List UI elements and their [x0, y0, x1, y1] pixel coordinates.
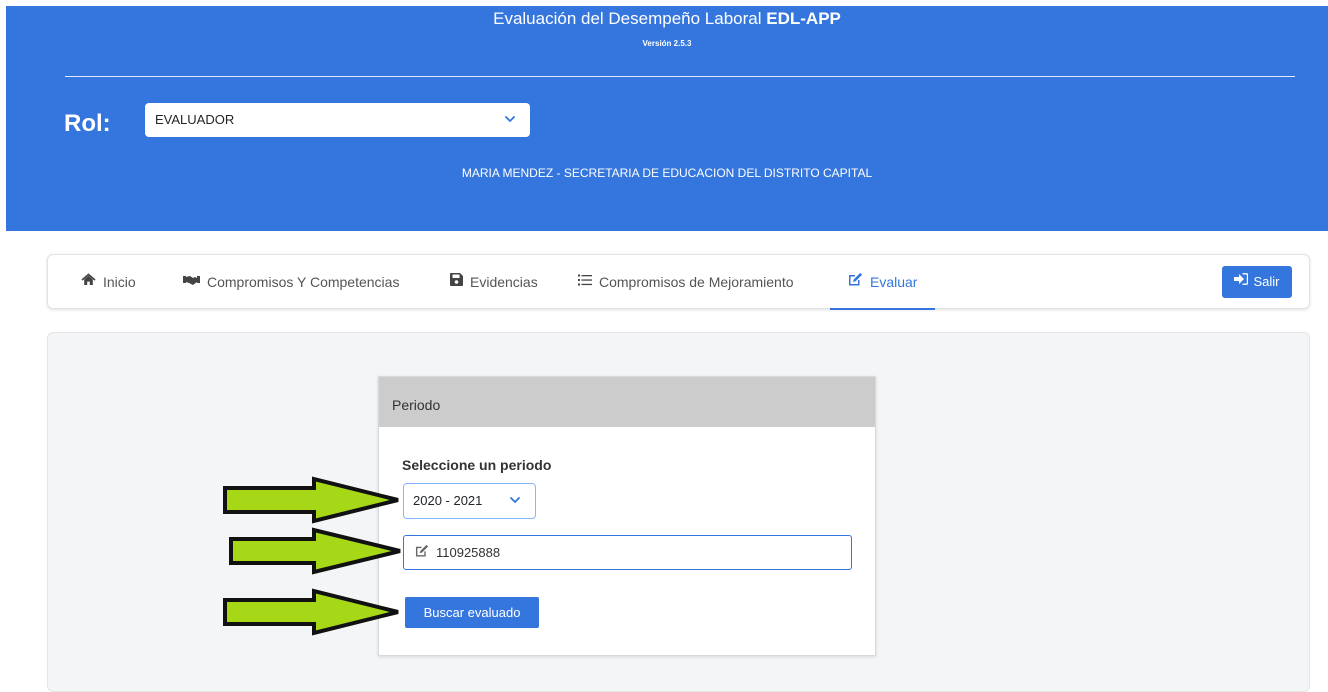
period-select[interactable]: 2020 - 2021: [403, 483, 536, 519]
nav-item-evidencias[interactable]: Evidencias: [450, 255, 538, 310]
search-evaluado-button[interactable]: Buscar evaluado: [405, 597, 539, 628]
app-header: Evaluación del Desempeño Laboral EDL-APP…: [6, 6, 1328, 231]
period-field-label: Seleccione un periodo: [402, 457, 552, 473]
chevron-down-icon: [504, 103, 516, 150]
nav-label-evaluar: Evaluar: [870, 274, 918, 290]
logout-label: Salir: [1253, 274, 1280, 289]
rol-select[interactable]: EVALUADOR: [145, 103, 530, 137]
list-icon: [578, 254, 592, 309]
arrow-annotation-icon: [223, 588, 399, 636]
app-title-bold: EDL-APP: [766, 9, 841, 28]
header-divider: [65, 76, 1295, 77]
app-title: Evaluación del Desempeño Laboral EDL-APP: [6, 8, 1328, 30]
logout-button[interactable]: Salir: [1222, 266, 1292, 298]
rol-label: Rol:: [64, 110, 111, 137]
handshake-icon: [183, 254, 200, 309]
document-input-value: 110925888: [436, 545, 501, 560]
nav-item-inicio[interactable]: Inicio: [81, 255, 136, 310]
nav-item-evaluar[interactable]: Evaluar: [830, 254, 936, 310]
nav-item-compromisos-competencias[interactable]: Compromisos Y Competencias: [183, 255, 399, 310]
arrow-annotation-icon: [223, 476, 399, 524]
sign-out-icon: [1234, 265, 1249, 297]
app-version: Versión 2.5.3: [642, 39, 692, 48]
app-title-text: Evaluación del Desempeño Laboral: [493, 9, 762, 28]
period-card: Periodo Seleccione un periodo 2020 - 202…: [378, 376, 876, 656]
save-icon: [450, 254, 463, 309]
document-input[interactable]: 110925888: [403, 535, 852, 570]
chevron-down-icon: [509, 484, 521, 531]
nav-label-compromisos-mejoramiento: Compromisos de Mejoramiento: [599, 274, 794, 290]
period-select-value: 2020 - 2021: [413, 493, 483, 508]
home-icon: [81, 254, 96, 309]
edit-icon: [848, 254, 863, 309]
edit-icon: [415, 536, 429, 569]
nav-label-inicio: Inicio: [103, 274, 136, 290]
nav-label-evidencias: Evidencias: [470, 274, 538, 290]
main-navbar: Inicio Compromisos Y Competencias Eviden…: [47, 254, 1310, 310]
user-info: MARIA MENDEZ - SECRETARIA DE EDUCACION D…: [461, 166, 873, 180]
nav-label-compromisos-competencias: Compromisos Y Competencias: [207, 274, 400, 290]
nav-item-compromisos-mejoramiento[interactable]: Compromisos de Mejoramiento: [578, 255, 794, 310]
rol-select-value: EVALUADOR: [155, 112, 235, 127]
arrow-annotation-icon: [229, 527, 401, 575]
card-header: Periodo: [379, 377, 875, 427]
